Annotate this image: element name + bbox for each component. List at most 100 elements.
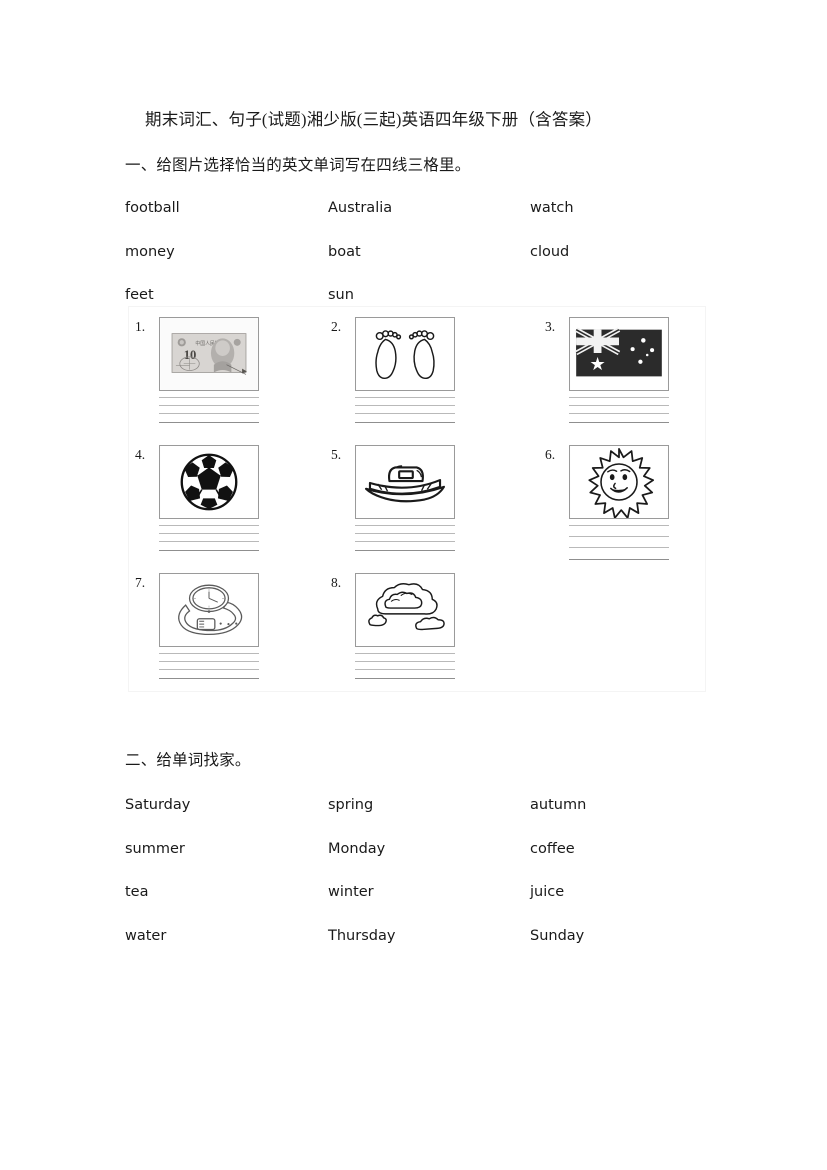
word-bank-item: spring <box>328 797 374 813</box>
writing-line <box>569 397 669 398</box>
writing-line <box>159 413 259 414</box>
writing-line <box>569 413 669 414</box>
word-bank-item: watch <box>530 200 574 216</box>
writing-line <box>159 525 259 526</box>
word-bank-item: cloud <box>530 243 570 260</box>
australian-flag-icon <box>570 318 668 390</box>
bare-feet-icon <box>356 318 454 390</box>
wristwatch-icon <box>160 574 258 646</box>
writing-line <box>159 405 259 406</box>
exercise-item-3: 3. <box>539 309 731 437</box>
writing-line <box>355 661 455 662</box>
item-number: 5. <box>331 447 342 462</box>
document-page: 期末词汇、句子(试题)湘少版(三起)英语四年级下册（含答案） 一、给图片选择恰当… <box>0 0 827 1170</box>
writing-line <box>569 547 669 548</box>
word-bank-row: Saturday spring autumn <box>125 795 705 839</box>
item-number: 4. <box>135 447 146 462</box>
writing-line <box>355 405 455 406</box>
writing-line <box>355 397 455 398</box>
writing-line <box>159 678 259 679</box>
word-bank-item: tea <box>125 884 149 900</box>
item-number: 8. <box>331 575 342 590</box>
word-bank-row: football Australia watch <box>125 198 705 242</box>
exercise-row: 4. 5. 6. <box>129 437 707 565</box>
word-bank-item: money <box>125 243 175 260</box>
writing-line <box>569 405 669 406</box>
writing-line <box>355 413 455 414</box>
writing-line <box>159 541 259 542</box>
word-bank-item: Sunday <box>530 927 585 944</box>
writing-line <box>159 422 259 423</box>
exercise-item-1: 1. 中国人民银行 10 <box>129 309 321 437</box>
word-bank-item: summer <box>125 840 185 857</box>
item-number: 3. <box>545 319 556 334</box>
writing-line <box>569 536 669 537</box>
word-bank-item: autumn <box>530 797 587 813</box>
word-bank-item: football <box>125 200 180 216</box>
writing-line <box>355 525 455 526</box>
writing-line <box>355 422 455 423</box>
writing-line <box>159 397 259 398</box>
boat-icon <box>356 446 454 518</box>
picture-frame <box>355 317 455 391</box>
four-line-writing-guide <box>159 397 259 431</box>
exercise-item-8: 8. <box>325 565 517 693</box>
picture-frame <box>159 445 259 519</box>
word-bank-row: summer Monday coffee <box>125 839 705 883</box>
exercise-item-5: 5. <box>325 437 517 565</box>
word-bank-row: water Thursday Sunday <box>125 926 705 970</box>
writing-line <box>355 678 455 679</box>
exercise-item-4: 4. <box>129 437 321 565</box>
four-line-writing-guide <box>355 397 455 431</box>
item-number: 1. <box>135 319 146 334</box>
four-line-writing-guide <box>355 525 455 559</box>
writing-line <box>355 541 455 542</box>
picture-frame <box>355 445 455 519</box>
svg-text:10: 10 <box>184 348 197 362</box>
writing-line <box>159 533 259 534</box>
picture-frame <box>355 573 455 647</box>
word-bank-item: Monday <box>328 840 386 857</box>
word-bank-item: feet <box>125 287 154 303</box>
four-line-writing-guide <box>159 525 259 559</box>
picture-frame <box>569 317 669 391</box>
word-bank-item: Thursday <box>328 927 396 944</box>
exercise-row: 7. 8. <box>129 565 707 693</box>
four-line-writing-guide <box>355 653 455 687</box>
four-line-writing-guide <box>569 525 669 570</box>
section-2-heading: 二、给单词找家。 <box>125 752 251 769</box>
word-bank-item: juice <box>530 884 565 900</box>
word-bank-item: Saturday <box>125 797 191 813</box>
item-number: 2. <box>331 319 342 334</box>
writing-line <box>355 550 455 551</box>
clouds-icon <box>356 574 454 646</box>
exercise-item-6: 6. <box>539 437 731 565</box>
writing-line <box>355 653 455 654</box>
soccer-ball-icon <box>160 446 258 518</box>
exercise-item-2: 2. <box>325 309 517 437</box>
writing-line <box>355 533 455 534</box>
word-bank-item: boat <box>328 243 361 260</box>
section-2-word-bank: Saturday spring autumn summer Monday cof… <box>125 795 705 969</box>
picture-frame <box>159 573 259 647</box>
exercise-item-7: 7. <box>129 565 321 693</box>
four-line-writing-guide <box>159 653 259 687</box>
item-number: 7. <box>135 575 146 590</box>
four-line-writing-guide <box>569 397 669 431</box>
word-bank-item: winter <box>328 884 374 900</box>
word-bank-item: sun <box>328 287 354 303</box>
writing-line <box>159 669 259 670</box>
page-title: 期末词汇、句子(试题)湘少版(三起)英语四年级下册（含答案） <box>145 110 602 129</box>
word-bank-row: tea winter juice <box>125 882 705 926</box>
picture-exercise-grid: 1. 中国人民银行 10 2. 3. 4. 5. 6. 7. 8. <box>128 306 706 692</box>
writing-line <box>159 653 259 654</box>
smiling-sun-icon <box>570 446 668 518</box>
section-1-heading: 一、给图片选择恰当的英文单词写在四线三格里。 <box>125 157 471 174</box>
writing-line <box>569 422 669 423</box>
writing-line <box>569 559 669 560</box>
picture-frame: 中国人民银行 10 <box>159 317 259 391</box>
word-bank-item: Australia <box>328 200 393 216</box>
exercise-row: 1. 中国人民银行 10 2. 3. <box>129 309 707 437</box>
word-bank-item: water <box>125 927 167 944</box>
writing-line <box>159 550 259 551</box>
